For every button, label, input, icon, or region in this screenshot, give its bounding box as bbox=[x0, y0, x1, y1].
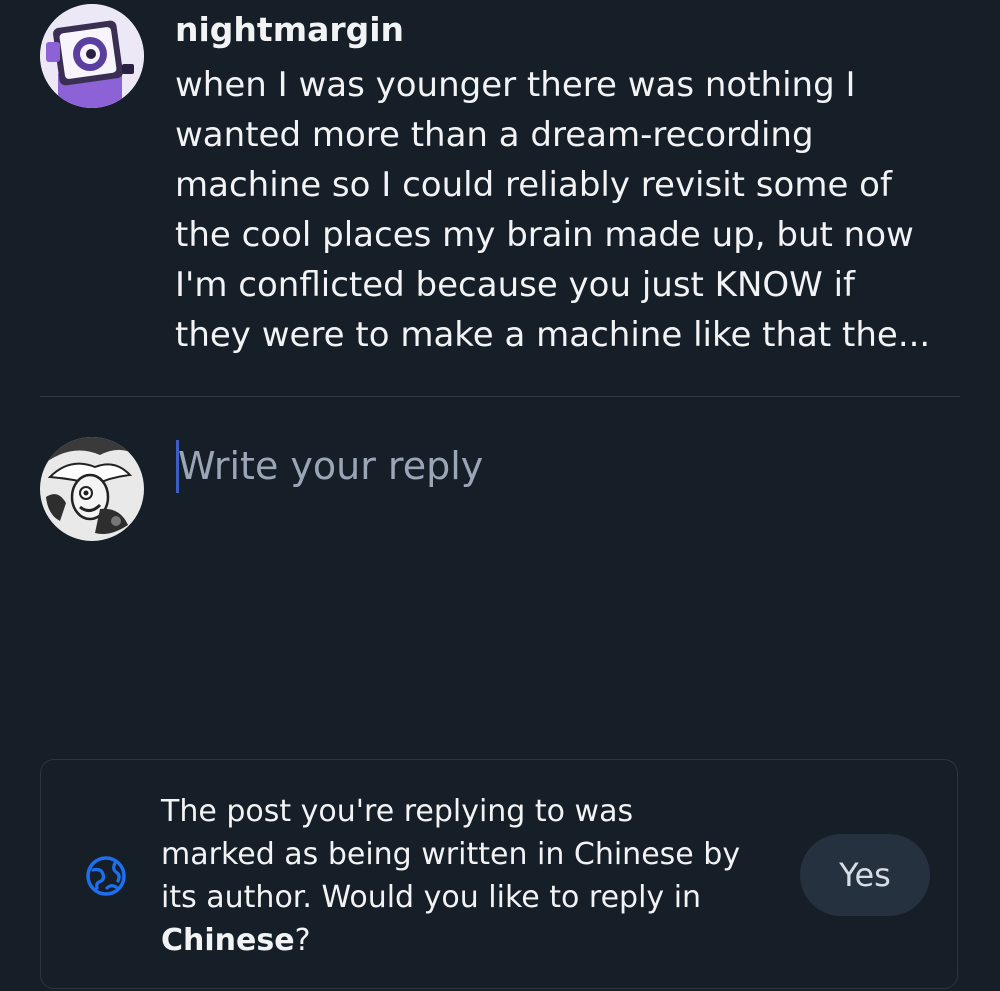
prompt-line: marked as being written in Chinese by bbox=[161, 837, 741, 872]
yes-button[interactable]: Yes bbox=[800, 834, 930, 916]
post-text-line: wanted more than a dream-recording bbox=[175, 115, 814, 155]
post-text: when I was younger there was nothing I w… bbox=[175, 60, 975, 360]
prompt-line: The post you're replying to was bbox=[161, 794, 634, 829]
prompt-line-last: Chinese? bbox=[161, 919, 781, 962]
divider bbox=[40, 396, 960, 397]
language-prompt-text: The post you're replying to was marked a… bbox=[161, 790, 781, 962]
text-caret bbox=[176, 440, 179, 493]
robot-eye-avatar-icon bbox=[40, 4, 144, 108]
post-text-line: machine so I could reliably revisit some… bbox=[175, 165, 892, 205]
language-name: Chinese bbox=[161, 923, 295, 958]
prompt-line: its author. Would you like to reply in bbox=[161, 880, 702, 915]
user-avatar[interactable] bbox=[40, 437, 144, 541]
post-text-line: when I was younger there was nothing I bbox=[175, 65, 856, 105]
post-text-line: the cool places my brain made up, but no… bbox=[175, 215, 914, 255]
language-prompt-card: The post you're replying to was marked a… bbox=[40, 759, 958, 989]
post-text-line: they were to make a machine like that th… bbox=[175, 315, 931, 355]
author-avatar[interactable] bbox=[40, 4, 144, 108]
globe-icon bbox=[86, 856, 126, 896]
reply-input[interactable] bbox=[175, 436, 958, 736]
author-name[interactable]: nightmargin bbox=[175, 8, 404, 52]
prompt-suffix: ? bbox=[294, 923, 311, 958]
comic-character-avatar-icon bbox=[40, 437, 144, 541]
post-text-line: I'm conflicted because you just KNOW if bbox=[175, 265, 856, 305]
